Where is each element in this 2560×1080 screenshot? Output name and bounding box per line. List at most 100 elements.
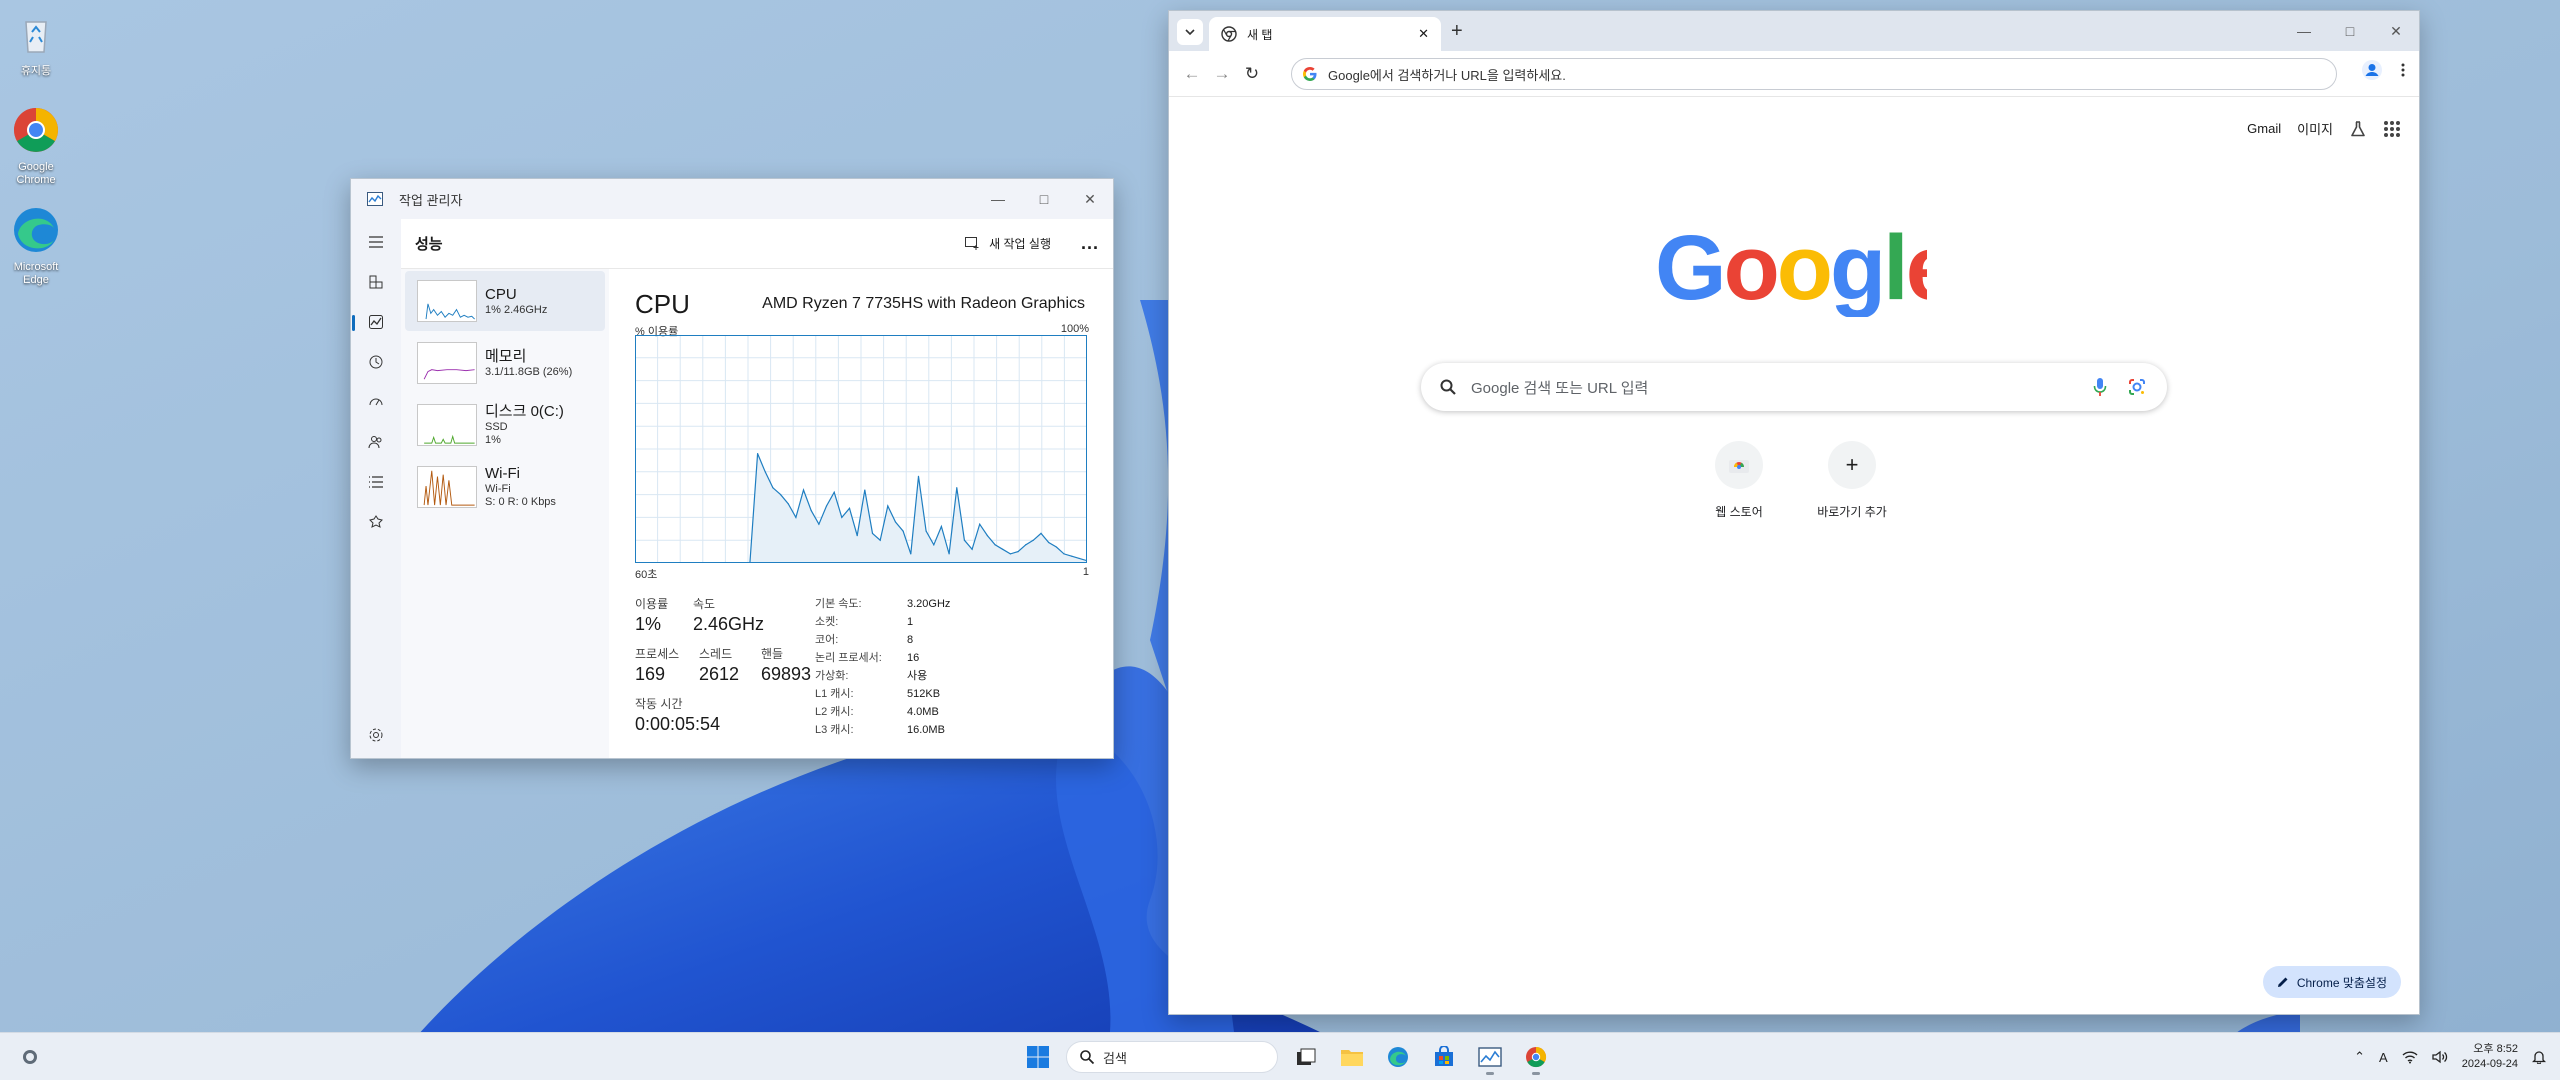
cpu-data-point	[879, 539, 881, 541]
spec-key: 논리 프로세서:	[815, 652, 882, 664]
search-placeholder: Google 검색 또는 URL 입력	[1471, 379, 1649, 397]
title-bar[interactable]: 작업 관리자 — □ ✕	[351, 179, 1113, 219]
microsoft-store-icon[interactable]	[1426, 1039, 1462, 1075]
spec-key: L3 캐시:	[815, 724, 854, 736]
kebab-menu-icon[interactable]	[2395, 62, 2411, 78]
navigation-rail	[351, 219, 401, 758]
search-icon	[1080, 1050, 1095, 1065]
start-button[interactable]	[1020, 1039, 1056, 1075]
cpu-model-name: AMD Ryzen 7 7735HS with Radeon Graphics	[762, 295, 1085, 312]
clock[interactable]: 오후 8:52 2024-09-24	[2462, 1042, 2518, 1072]
resource-item-cpu[interactable]: CPU 1% 2.46GHz	[405, 271, 605, 331]
notification-bell-icon[interactable]	[2532, 1050, 2546, 1064]
hamburger-menu-icon[interactable]	[359, 225, 393, 259]
settings-gear-icon[interactable]	[359, 718, 393, 752]
google-g-icon	[1303, 67, 1317, 81]
google-search-box[interactable]: Google 검색 또는 URL 입력	[1421, 363, 2167, 411]
desktop-icon-chrome[interactable]: Google Chrome	[4, 104, 68, 187]
voice-search-mic-icon[interactable]	[2093, 377, 2107, 397]
volume-icon[interactable]	[2432, 1050, 2448, 1064]
cpu-data-point	[933, 544, 935, 546]
chrome-window: 새 탭 ✕ + — □ ✕ ← → ↻ Google에서 검색하거나 URL을 …	[1168, 10, 2420, 1015]
details-nav-icon[interactable]	[359, 465, 393, 499]
new-tab-button[interactable]: +	[1451, 21, 1463, 41]
gmail-link[interactable]: Gmail	[2247, 121, 2281, 136]
wifi-thumbnail-graph	[417, 466, 477, 508]
spec-row: 가상화: 사용	[815, 667, 950, 685]
google-lens-icon[interactable]	[2127, 377, 2147, 397]
customize-chrome-button[interactable]: Chrome 맞춤설정	[2262, 966, 2401, 998]
more-options-button[interactable]: ...	[1081, 233, 1099, 254]
processes-value: 169	[635, 664, 666, 684]
cpu-data-point	[1025, 544, 1027, 546]
taskbar-search-box[interactable]: 검색	[1066, 1041, 1278, 1073]
desktop-icon-label: Microsoft Edge	[13, 261, 59, 286]
cpu-data-point	[902, 530, 904, 532]
edge-icon	[14, 208, 58, 252]
reload-icon[interactable]: ↻	[1237, 59, 1267, 89]
profile-avatar-icon[interactable]	[2361, 59, 2383, 81]
cpu-data-point	[986, 535, 989, 537]
chrome-taskbar-icon[interactable]	[1518, 1039, 1554, 1075]
close-button[interactable]: ✕	[1067, 179, 1113, 219]
uptime-label: 작동 시간	[635, 697, 683, 711]
maximize-button[interactable]: □	[2327, 11, 2373, 51]
spec-value: 512KB	[907, 688, 941, 700]
tab-new-tab[interactable]: 새 탭 ✕	[1209, 17, 1441, 51]
performance-nav-icon[interactable]	[352, 305, 393, 339]
file-explorer-icon[interactable]	[1334, 1039, 1370, 1075]
spec-value: 사용	[907, 670, 928, 682]
maximize-button[interactable]: □	[1021, 179, 1067, 219]
desktop-icon-edge[interactable]: Microsoft Edge	[4, 204, 68, 287]
graph-x-right-label: 1	[1082, 566, 1089, 578]
task-manager-taskbar-icon[interactable]	[1472, 1039, 1508, 1075]
memory-thumbnail-graph	[417, 342, 477, 384]
forward-arrow-icon[interactable]: →	[1207, 59, 1237, 89]
desktop-icon-recycle-bin[interactable]: 휴지통	[4, 8, 68, 78]
cpu-data-point	[894, 521, 897, 523]
resource-item-memory[interactable]: 메모리 3.1/11.8GB (26%)	[405, 333, 605, 393]
task-view-icon[interactable]	[1288, 1039, 1324, 1075]
app-history-nav-icon[interactable]	[359, 345, 393, 379]
images-link[interactable]: 이미지	[2297, 119, 2333, 138]
close-tab-icon[interactable]: ✕	[1418, 26, 1429, 42]
tab-strip[interactable]: 새 탭 ✕ + — □ ✕	[1169, 11, 2419, 51]
widgets-weather-icon[interactable]	[18, 1045, 42, 1069]
tab-search-button[interactable]	[1177, 19, 1203, 45]
cpu-data-point	[1071, 555, 1073, 557]
cpu-data-point	[979, 523, 981, 525]
edge-taskbar-icon[interactable]	[1380, 1039, 1416, 1075]
cpu-data-point	[833, 491, 835, 493]
minimize-button[interactable]: —	[2281, 11, 2327, 51]
spec-row: 소켓: 1	[815, 613, 950, 631]
desktop-icon-label: 휴지통	[20, 65, 52, 77]
wifi-icon[interactable]	[2402, 1050, 2418, 1064]
spec-row: 코어: 8	[815, 631, 950, 649]
close-button[interactable]: ✕	[2373, 11, 2419, 51]
processes-label: 프로세스	[635, 647, 680, 661]
minimize-button[interactable]: —	[975, 179, 1021, 219]
run-new-task-button[interactable]: 새 작업 실행	[965, 235, 1051, 252]
ime-indicator[interactable]: A	[2379, 1050, 2388, 1065]
shortcut-add[interactable]: + 바로가기 추가	[1797, 441, 1907, 520]
spec-value: 16.0MB	[907, 724, 945, 736]
users-nav-icon[interactable]	[359, 425, 393, 459]
shortcut-web-store[interactable]: 웹 스토어	[1684, 441, 1794, 520]
labs-flask-icon[interactable]	[2349, 120, 2367, 138]
back-arrow-icon[interactable]: ←	[1177, 59, 1207, 89]
taskbar-search-label: 검색	[1103, 1050, 1127, 1066]
cpu-data-point	[910, 553, 912, 555]
startup-apps-nav-icon[interactable]	[359, 385, 393, 419]
google-apps-grid-icon[interactable]	[2383, 120, 2401, 138]
taskbar: 검색 ⌃ A 오후 8:52 2024-09-24	[0, 1032, 2560, 1080]
show-hidden-icons-chevron-icon[interactable]: ⌃	[2354, 1049, 2365, 1065]
spec-row: L3 캐시: 16.0MB	[815, 721, 950, 739]
resource-item-disk[interactable]: 디스크 0(C:) SSD 1%	[405, 395, 605, 455]
services-nav-icon[interactable]	[359, 505, 393, 539]
address-bar[interactable]: Google에서 검색하거나 URL을 입력하세요.	[1291, 58, 2337, 90]
processes-nav-icon[interactable]	[359, 265, 393, 299]
chrome-icon	[14, 108, 58, 152]
cpu-data-point	[802, 489, 805, 491]
cpu-data-point	[818, 523, 820, 525]
resource-item-wifi[interactable]: Wi-Fi Wi-Fi S: 0 R: 0 Kbps	[405, 457, 605, 517]
